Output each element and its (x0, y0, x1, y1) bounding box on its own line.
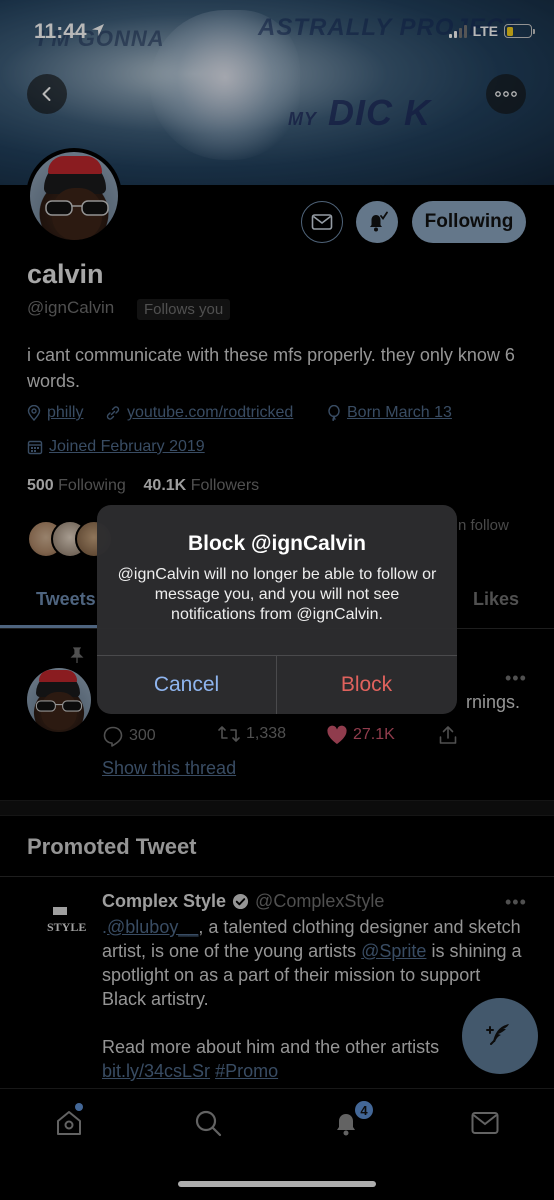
block-dialog: Block @ignCalvin @ignCalvin will no long… (97, 505, 457, 714)
dialog-title: Block @ignCalvin (187, 532, 366, 555)
dialog-message: @ignCalvin will no longer be able to fol… (117, 566, 437, 623)
cancel-button[interactable]: Cancel (97, 656, 276, 714)
block-button[interactable]: Block (277, 656, 456, 714)
